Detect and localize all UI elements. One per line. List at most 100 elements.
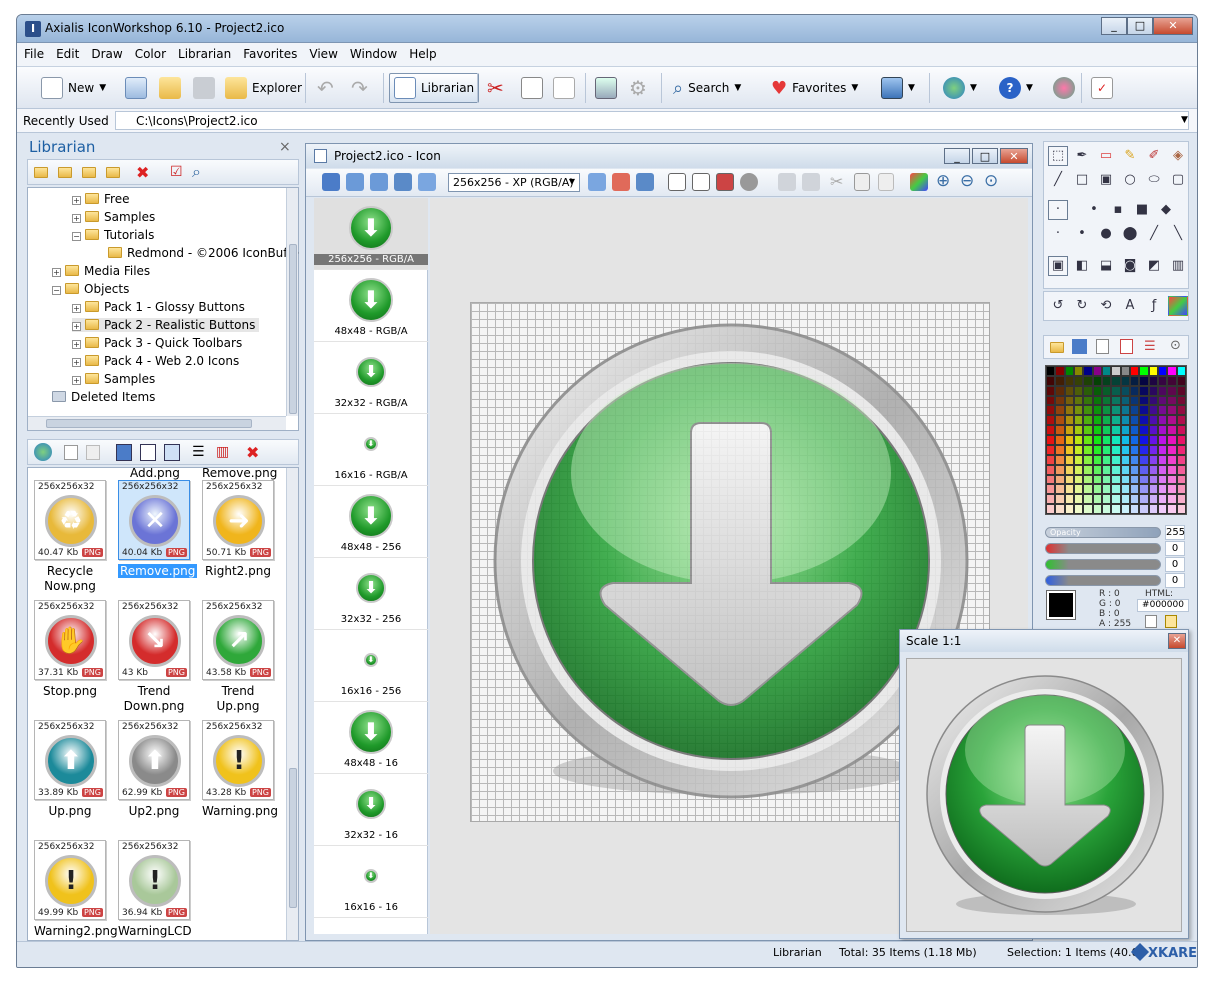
color-swatch[interactable] xyxy=(1157,454,1168,465)
color-swatch[interactable] xyxy=(1055,425,1065,436)
color-swatch[interactable] xyxy=(1046,464,1056,475)
color-swatch[interactable] xyxy=(1139,375,1149,386)
color-swatch[interactable] xyxy=(1073,375,1084,386)
color-swatch[interactable] xyxy=(1064,415,1074,426)
color-swatch[interactable] xyxy=(1139,504,1149,514)
path-dropdown-icon[interactable]: ▼ xyxy=(1181,115,1188,125)
color-swatch[interactable] xyxy=(1046,366,1056,376)
color-swatch[interactable] xyxy=(1139,425,1149,436)
format-item[interactable]: ⬇ 48x48 - 256 xyxy=(314,486,428,558)
color-swatch[interactable] xyxy=(1092,464,1102,475)
color-swatch[interactable] xyxy=(1120,366,1130,376)
format-item[interactable]: ⬇ 48x48 - 16 xyxy=(314,702,428,774)
fill-mode-solid-icon[interactable]: ▣ xyxy=(1048,256,1068,276)
color-swatch[interactable] xyxy=(1148,454,1158,465)
polygon-tool-icon[interactable]: ▢ xyxy=(1168,170,1188,190)
color-swatch[interactable] xyxy=(1046,494,1056,505)
color-swatch[interactable] xyxy=(1064,454,1074,465)
color-swatch[interactable] xyxy=(1129,435,1140,445)
color-swatch[interactable] xyxy=(1148,494,1158,505)
tree-item-pack4[interactable]: + Pack 4 - Web 2.0 Icons xyxy=(72,354,239,368)
doc-close-button[interactable]: ✕ xyxy=(1000,148,1028,164)
color-swatch[interactable] xyxy=(1055,366,1065,376)
color-swatch[interactable] xyxy=(1064,494,1074,505)
help-button[interactable]: ? ▼ xyxy=(995,73,1037,103)
delete-icon[interactable]: ✖ xyxy=(246,443,259,462)
color-swatch[interactable] xyxy=(1064,405,1074,416)
brush-size-5-icon[interactable]: ◆ xyxy=(1156,200,1176,220)
menu-favorites[interactable]: Favorites xyxy=(236,43,302,61)
thumbnail-card[interactable]: 256x256x32 ♻ 40.47 Kb PNG xyxy=(34,480,106,560)
color-swatch[interactable] xyxy=(1083,405,1093,416)
color-swatch[interactable] xyxy=(1073,405,1084,416)
tree-item-pack3[interactable]: + Pack 3 - Quick Toolbars xyxy=(72,336,242,350)
menu-color[interactable]: Color xyxy=(128,43,171,61)
search-button[interactable]: ⌕ Search ▼ xyxy=(669,73,745,103)
color-swatch[interactable] xyxy=(1092,444,1102,455)
color-swatch[interactable] xyxy=(1073,415,1084,426)
color-swatch[interactable] xyxy=(1167,385,1177,396)
properties-icon[interactable]: ☑ xyxy=(170,164,183,180)
color-swatch[interactable] xyxy=(1083,415,1093,426)
color-swatch[interactable] xyxy=(1111,494,1121,505)
document-titlebar[interactable]: Project2.ico - Icon _ □ ✕ xyxy=(306,144,1032,168)
zoom-out-icon[interactable]: ⊖ xyxy=(960,171,974,191)
color-swatch[interactable] xyxy=(1157,375,1168,386)
color-swatch[interactable] xyxy=(1167,494,1177,505)
explorer-button[interactable]: Explorer xyxy=(221,73,306,103)
open-folder-button[interactable] xyxy=(155,73,185,103)
title-bar[interactable]: I Axialis IconWorkshop 6.10 - Project2.i… xyxy=(17,15,1197,43)
thumbnail-card[interactable]: 256x256x32 ✋ 37.31 Kb PNG xyxy=(34,600,106,680)
color-swatch[interactable] xyxy=(1092,366,1102,376)
view-bars-icon[interactable]: ▥ xyxy=(216,444,229,460)
color-swatch[interactable] xyxy=(1101,474,1112,485)
color-swatch[interactable] xyxy=(1167,425,1177,436)
color-swatch[interactable] xyxy=(1157,504,1168,514)
effect-3-icon[interactable]: ⟲ xyxy=(1096,296,1116,316)
tree-item-deleted[interactable]: Deleted Items xyxy=(52,390,155,404)
new-palette-icon[interactable] xyxy=(1096,339,1109,354)
effect-2-icon[interactable]: ↻ xyxy=(1072,296,1092,316)
thumbs-vertical-scrollbar[interactable] xyxy=(286,468,298,940)
brush-size-4-icon[interactable]: ■ xyxy=(1132,200,1152,220)
color-swatch[interactable] xyxy=(1101,494,1112,505)
color-swatch[interactable] xyxy=(1148,405,1158,416)
thumbnail-card[interactable]: 256x256x32 ➜ 50.71 Kb PNG xyxy=(202,480,274,560)
color-swatch[interactable] xyxy=(1092,454,1102,465)
expand-icon[interactable]: + xyxy=(72,196,81,205)
color-swatch[interactable] xyxy=(1111,395,1121,406)
color-swatch[interactable] xyxy=(1055,454,1065,465)
color-swatch[interactable] xyxy=(1046,484,1056,495)
format-item[interactable]: ⬇ 32x32 - RGB/A xyxy=(314,342,428,414)
color-swatch[interactable] xyxy=(1083,494,1093,505)
export-format-icon[interactable] xyxy=(588,173,606,191)
color-swatch[interactable] xyxy=(1073,425,1084,436)
new-button[interactable]: New ▼ xyxy=(37,73,110,103)
expand-icon[interactable]: + xyxy=(72,304,81,313)
color-swatch[interactable] xyxy=(1083,395,1093,406)
color-swatch[interactable] xyxy=(1073,435,1084,445)
color-swatch[interactable] xyxy=(1055,504,1065,514)
color-swatch[interactable] xyxy=(1055,375,1065,386)
format-item[interactable]: ⬇ 32x32 - 16 xyxy=(314,774,428,846)
color-swatch[interactable] xyxy=(1157,494,1168,505)
color-swatch[interactable] xyxy=(1073,385,1084,396)
thumbnail-card[interactable]: 256x256x32 ✕ 40.04 Kb PNG xyxy=(118,480,190,560)
color-swatch[interactable] xyxy=(1139,415,1149,426)
color-swatch[interactable] xyxy=(1111,464,1121,475)
thumbnail-card[interactable]: 256x256x32 ⬆ 62.99 Kb PNG xyxy=(118,720,190,800)
opacity-slider[interactable]: Opacity xyxy=(1045,527,1161,538)
color-swatch[interactable] xyxy=(1157,366,1168,376)
color-swatch[interactable] xyxy=(1101,415,1112,426)
green-value[interactable]: 0 xyxy=(1165,557,1185,572)
color-swatch[interactable] xyxy=(1073,395,1084,406)
flip-v-icon[interactable] xyxy=(802,173,820,191)
color-swatch[interactable] xyxy=(1101,454,1112,465)
color-swatch[interactable] xyxy=(1139,395,1149,406)
color-swatch[interactable] xyxy=(1139,464,1149,475)
color-swatch[interactable] xyxy=(1157,415,1168,426)
color-swatch[interactable] xyxy=(1083,454,1093,465)
color-swatch[interactable] xyxy=(1120,385,1130,396)
color-swatch[interactable] xyxy=(1064,474,1074,485)
color-swatch[interactable] xyxy=(1120,454,1130,465)
